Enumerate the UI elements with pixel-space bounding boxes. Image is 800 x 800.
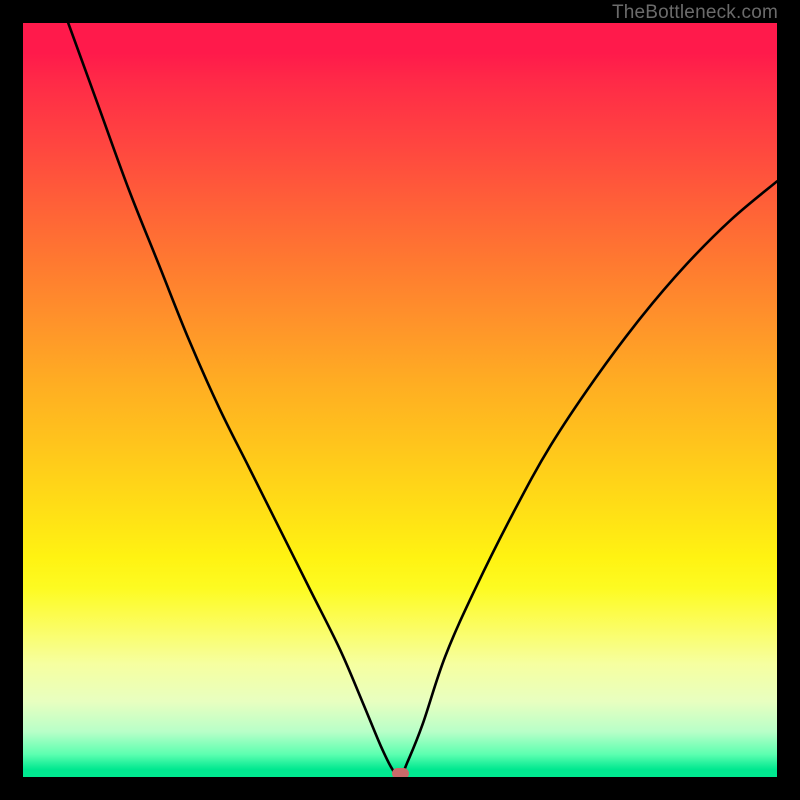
watermark-text: TheBottleneck.com (612, 2, 778, 24)
bottleneck-curve (68, 23, 777, 777)
curve-svg (23, 23, 777, 777)
chart-frame: TheBottleneck.com (0, 0, 800, 800)
optimal-marker (392, 768, 409, 777)
plot-area (23, 23, 777, 777)
